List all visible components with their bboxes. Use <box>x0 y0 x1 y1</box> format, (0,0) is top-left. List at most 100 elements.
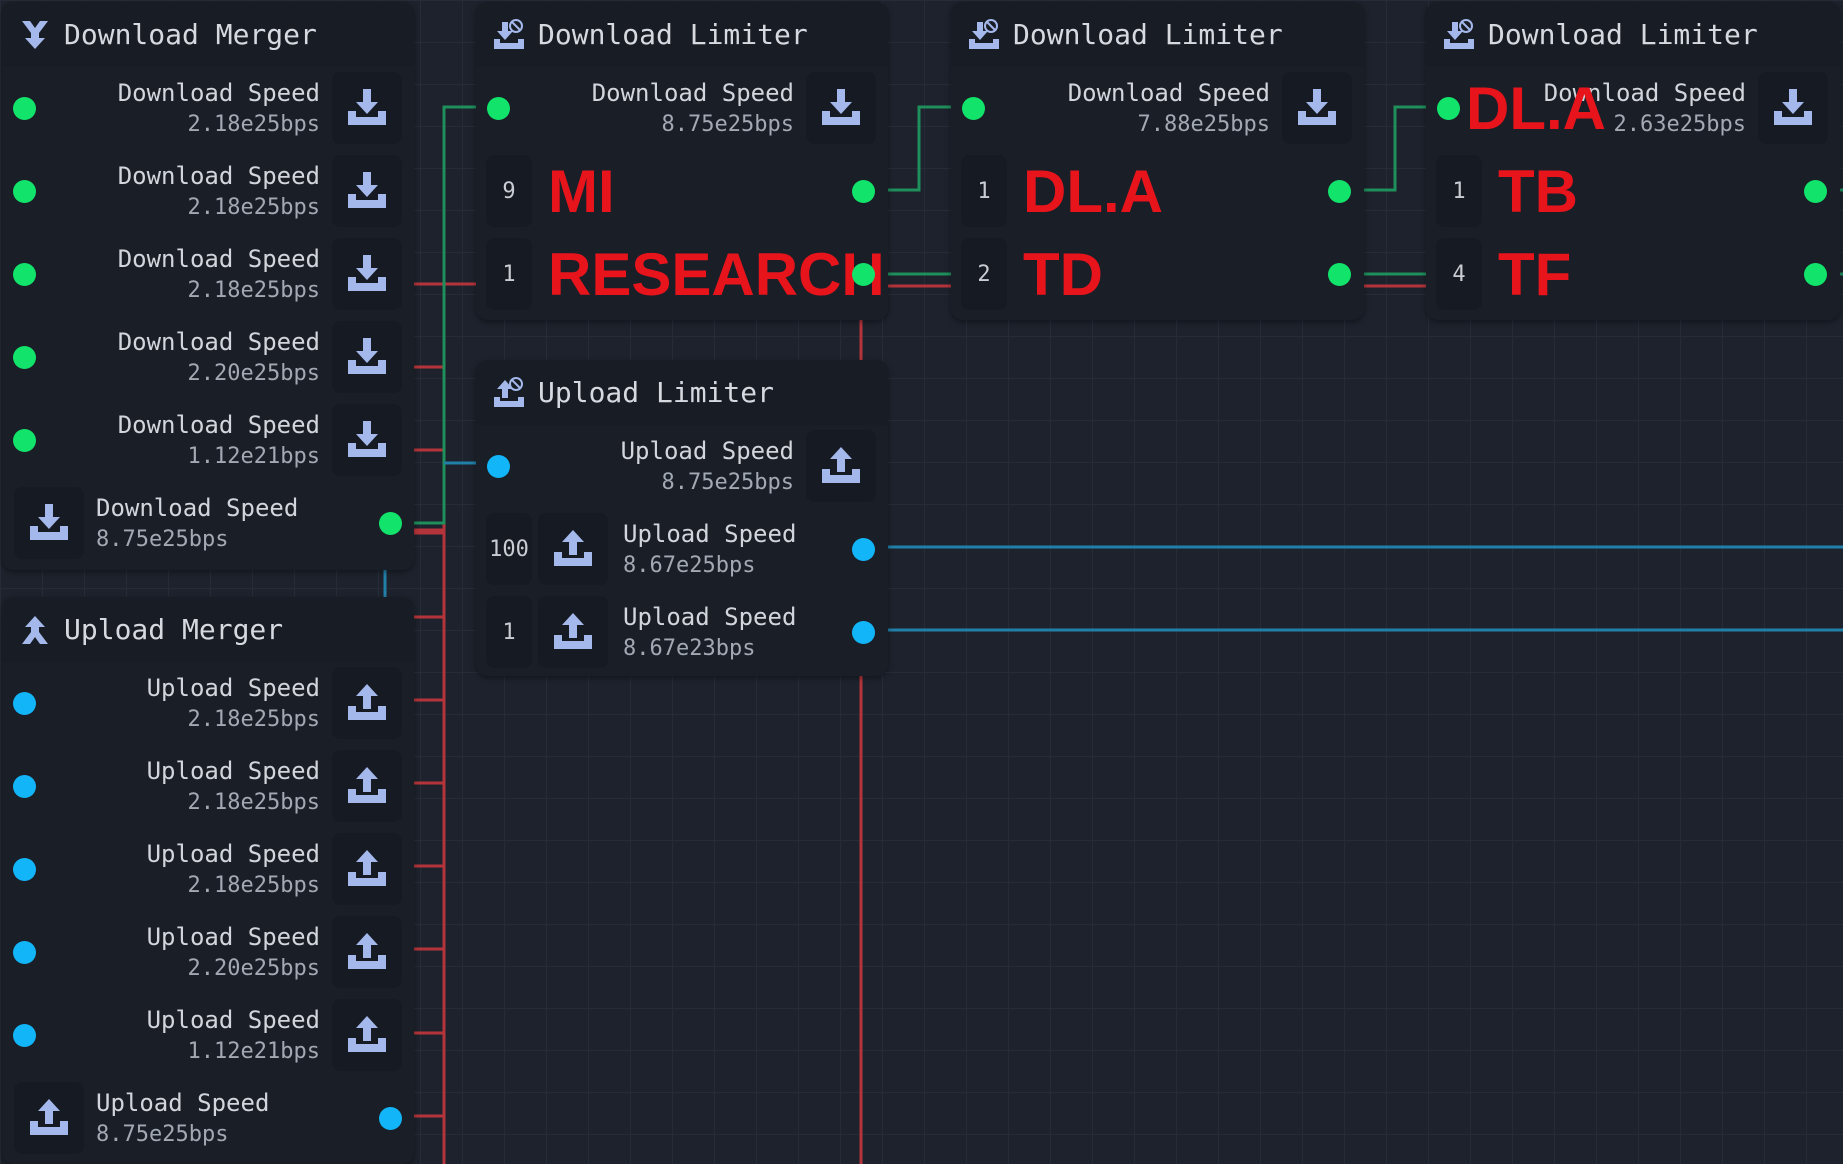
download-button[interactable] <box>332 321 402 393</box>
limit-count-field[interactable]: 1 <box>486 596 532 668</box>
node-header[interactable]: Upload Merger <box>2 597 414 662</box>
upload-button[interactable] <box>538 596 608 668</box>
input-port[interactable] <box>487 455 510 478</box>
download-button[interactable] <box>332 238 402 310</box>
output-port[interactable] <box>379 1107 402 1130</box>
limit-count-field[interactable]: 1 <box>486 238 532 310</box>
output-port[interactable] <box>1804 180 1827 203</box>
annotation-label: RESEARCH <box>548 241 885 308</box>
upload-icon <box>345 1013 389 1057</box>
speed-readout: Download Speed 8.75e25bps <box>592 77 794 141</box>
limit-count-field[interactable]: 4 <box>1436 238 1482 310</box>
download-button[interactable] <box>332 155 402 227</box>
node-title: Download Limiter <box>1488 18 1758 51</box>
node-header[interactable]: Download Limiter <box>951 2 1364 67</box>
annotation-label: TD <box>1023 241 1103 308</box>
output-port[interactable] <box>1804 263 1827 286</box>
upload-icon <box>27 1096 71 1140</box>
speed-label: Upload Speed <box>96 1089 270 1117</box>
download-button[interactable] <box>806 72 876 144</box>
upload-button[interactable] <box>14 1082 84 1154</box>
upload-button[interactable] <box>332 999 402 1071</box>
node-title: Download Limiter <box>1013 18 1283 51</box>
download-limiter-3-node[interactable]: Download Limiter Download Speed 2.63e25bps… <box>1426 2 1840 320</box>
speed-value: 1.12e21bps <box>187 444 320 469</box>
node-row: 2 TD <box>951 233 1364 316</box>
node-row: Download Speed 2.18e25bps <box>2 233 414 316</box>
output-port[interactable] <box>852 180 875 203</box>
input-port[interactable] <box>13 858 36 881</box>
output-port[interactable] <box>852 621 875 644</box>
node-header[interactable]: Download Limiter <box>476 2 888 67</box>
limit-count-field[interactable]: 2 <box>961 238 1007 310</box>
speed-label: Upload Speed <box>146 757 320 785</box>
speed-readout: Download Speed 2.20e25bps <box>118 326 320 390</box>
upload-merger-node[interactable]: Upload Merger Upload Speed 2.18e25bps Uploa… <box>2 597 414 1164</box>
annotation-label: MI <box>548 158 615 225</box>
input-port[interactable] <box>1437 97 1460 120</box>
upload-button[interactable] <box>538 513 608 585</box>
speed-value: 2.18e25bps <box>187 112 320 137</box>
output-port[interactable] <box>379 512 402 535</box>
input-port[interactable] <box>13 429 36 452</box>
input-port[interactable] <box>13 1024 36 1047</box>
input-port[interactable] <box>962 97 985 120</box>
node-row: Upload Speed 8.75e25bps <box>476 425 888 508</box>
input-port[interactable] <box>13 346 36 369</box>
speed-value: 7.88e25bps <box>1137 112 1270 137</box>
upload-limiter-icon <box>492 376 526 410</box>
upload-button[interactable] <box>332 750 402 822</box>
limit-count-field[interactable]: 1 <box>1436 155 1482 227</box>
download-icon <box>345 252 389 296</box>
download-limiter-icon <box>967 18 1001 52</box>
node-row: Download Speed 7.88e25bps <box>951 67 1364 150</box>
node-header[interactable]: Download Merger <box>2 2 414 67</box>
upload-button[interactable] <box>806 430 876 502</box>
input-port[interactable] <box>13 97 36 120</box>
node-title: Upload Merger <box>64 613 284 646</box>
limit-count-field[interactable]: 1 <box>961 155 1007 227</box>
output-port[interactable] <box>1328 180 1351 203</box>
speed-label: Upload Speed <box>146 923 320 951</box>
speed-label: Download Speed <box>117 162 320 190</box>
input-port[interactable] <box>13 775 36 798</box>
input-port[interactable] <box>13 941 36 964</box>
upload-button[interactable] <box>332 667 402 739</box>
speed-label: Download Speed <box>117 411 320 439</box>
speed-value: 8.75e25bps <box>661 112 794 137</box>
upload-button[interactable] <box>332 833 402 905</box>
node-row: Upload Speed 2.18e25bps <box>2 828 414 911</box>
speed-readout: Upload Speed 2.20e25bps <box>147 921 320 985</box>
output-port[interactable] <box>852 263 875 286</box>
node-header[interactable]: Download Limiter <box>1426 2 1840 67</box>
upload-button[interactable] <box>332 916 402 988</box>
download-icon <box>345 335 389 379</box>
input-port[interactable] <box>13 692 36 715</box>
download-button[interactable] <box>1758 72 1828 144</box>
input-port[interactable] <box>487 97 510 120</box>
node-row: Upload Speed 8.75e25bps <box>2 1077 414 1160</box>
download-merger-node[interactable]: Download Merger Download Speed 2.18e25bps D… <box>2 2 414 570</box>
annotation-label: TB <box>1498 158 1578 225</box>
download-button[interactable] <box>332 72 402 144</box>
output-port[interactable] <box>852 538 875 561</box>
download-button[interactable] <box>14 487 84 559</box>
speed-label: Upload Speed <box>620 437 794 465</box>
download-icon <box>345 418 389 462</box>
input-port[interactable] <box>13 263 36 286</box>
limit-count-field[interactable]: 100 <box>486 513 532 585</box>
download-button[interactable] <box>1282 72 1352 144</box>
output-port[interactable] <box>1328 263 1351 286</box>
node-row: Download Speed 8.75e25bps <box>476 67 888 150</box>
node-header[interactable]: Upload Limiter <box>476 360 888 425</box>
limit-count-field[interactable]: 9 <box>486 155 532 227</box>
download-limiter-2-node[interactable]: Download Limiter Download Speed 7.88e25bps… <box>951 2 1364 320</box>
input-port[interactable] <box>13 180 36 203</box>
node-title: Upload Limiter <box>538 376 775 409</box>
upload-limiter-node[interactable]: Upload Limiter Upload Speed 8.75e25bps 100 U… <box>476 360 888 676</box>
speed-label: Download Speed <box>117 245 320 273</box>
node-row: Upload Speed 2.18e25bps <box>2 745 414 828</box>
download-limiter-1-node[interactable]: Download Limiter Download Speed 8.75e25bps… <box>476 2 888 320</box>
download-button[interactable] <box>332 404 402 476</box>
node-row: Download Speed 2.20e25bps <box>2 316 414 399</box>
